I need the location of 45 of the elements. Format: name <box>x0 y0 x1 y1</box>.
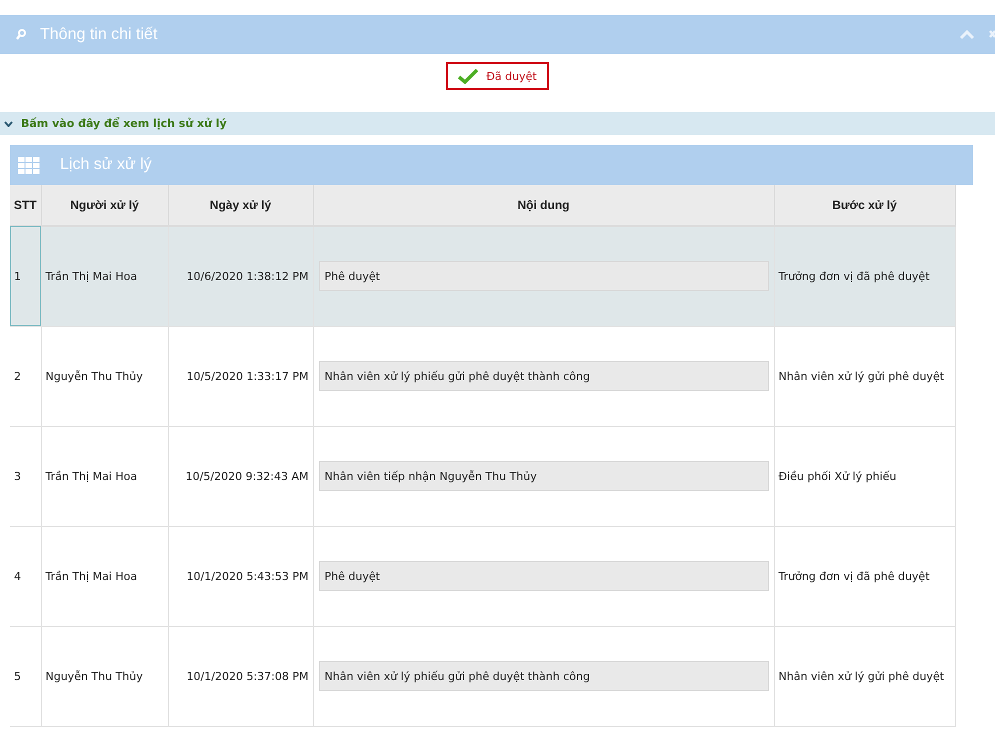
person-cell: Nguyễn Thu Thủy <box>41 626 168 726</box>
content-field: Phê duyệt <box>318 261 768 292</box>
checkmark-icon <box>458 68 478 84</box>
content-field: Phê duyệt <box>318 561 768 591</box>
column-header: Nội dung <box>313 185 774 226</box>
status-label: Đã duyệt <box>486 70 537 82</box>
column-header: STT <box>10 185 41 226</box>
person-cell: Trần Thị Mai Hoa <box>41 526 168 626</box>
history-row[interactable]: 2 Nguyễn Thu Thủy 10/5/2020 1:33:17 PM Nhân viên xử lý phiếu gửi phê duyệt thành công Nhân viên xử lý gửi phê duyệt <box>10 326 955 426</box>
collapse-icon[interactable] <box>959 30 975 40</box>
history-toggle-label: Bấm vào đây để xem lịch sử xử lý <box>21 117 227 130</box>
step-cell: Trưởng đơn vị đã phê duyệt <box>774 226 955 326</box>
step-cell: Điều phối Xử lý phiếu <box>774 426 955 526</box>
column-header: Người xử lý <box>41 185 168 226</box>
column-header: Ngày xử lý <box>168 185 313 226</box>
index-cell: 5 <box>10 626 41 726</box>
content-field: Nhân viên xử lý phiếu gửi phê duyệt thành công <box>318 661 768 691</box>
index-cell: 2 <box>10 326 41 426</box>
index-cell: 4 <box>10 526 41 626</box>
date-cell: 10/6/2020 1:38:12 PM <box>168 226 313 326</box>
table-icon <box>18 156 40 174</box>
content-field: Nhân viên tiếp nhận Nguyễn Thu Thủy <box>318 461 768 491</box>
content-field: Nhân viên xử lý phiếu gửi phê duyệt thành công <box>318 361 768 391</box>
step-cell: Trưởng đơn vị đã phê duyệt <box>774 526 955 626</box>
index-cell: 3 <box>10 426 41 526</box>
history-row[interactable]: 3 Trần Thị Mai Hoa 10/5/2020 9:32:43 AM Nhân viên tiếp nhận Nguyễn Thu Thủy Điều phối Xử lý phiếu <box>10 426 955 526</box>
close-icon[interactable] <box>989 28 995 40</box>
date-cell: 10/5/2020 1:33:17 PM <box>168 326 313 426</box>
history-toggle[interactable]: Bấm vào đây để xem lịch sử xử lý <box>0 112 995 135</box>
search-icon <box>16 29 26 40</box>
person-cell: Nguyễn Thu Thủy <box>41 326 168 426</box>
history-title: Lịch sử xử lý <box>60 156 152 174</box>
panel-title: Thông tin chi tiết <box>40 26 158 44</box>
history-row[interactable]: 5 Nguyễn Thu Thủy 10/1/2020 5:37:08 PM Nhân viên xử lý phiếu gửi phê duyệt thành công Nhân viên xử lý gửi phê duyệt <box>10 626 955 726</box>
person-cell: Trần Thị Mai Hoa <box>41 426 168 526</box>
date-cell: 10/1/2020 5:43:53 PM <box>168 526 313 626</box>
column-header: Bước xử lý <box>774 185 955 226</box>
date-cell: 10/1/2020 5:37:08 PM <box>168 626 313 726</box>
date-cell: 10/5/2020 9:32:43 AM <box>168 426 313 526</box>
step-cell: Nhân viên xử lý gửi phê duyệt <box>774 326 955 426</box>
index-cell: 1 <box>10 226 41 326</box>
history-row[interactable]: 4 Trần Thị Mai Hoa 10/1/2020 5:43:53 PM Phê duyệt Trưởng đơn vị đã phê duyệt <box>10 526 955 626</box>
history-row[interactable]: 1 Trần Thị Mai Hoa 10/6/2020 1:38:12 PM Phê duyệt Trưởng đơn vị đã phê duyệt <box>10 226 955 326</box>
step-cell: Nhân viên xử lý gửi phê duyệt <box>774 626 955 726</box>
person-cell: Trần Thị Mai Hoa <box>41 226 168 326</box>
